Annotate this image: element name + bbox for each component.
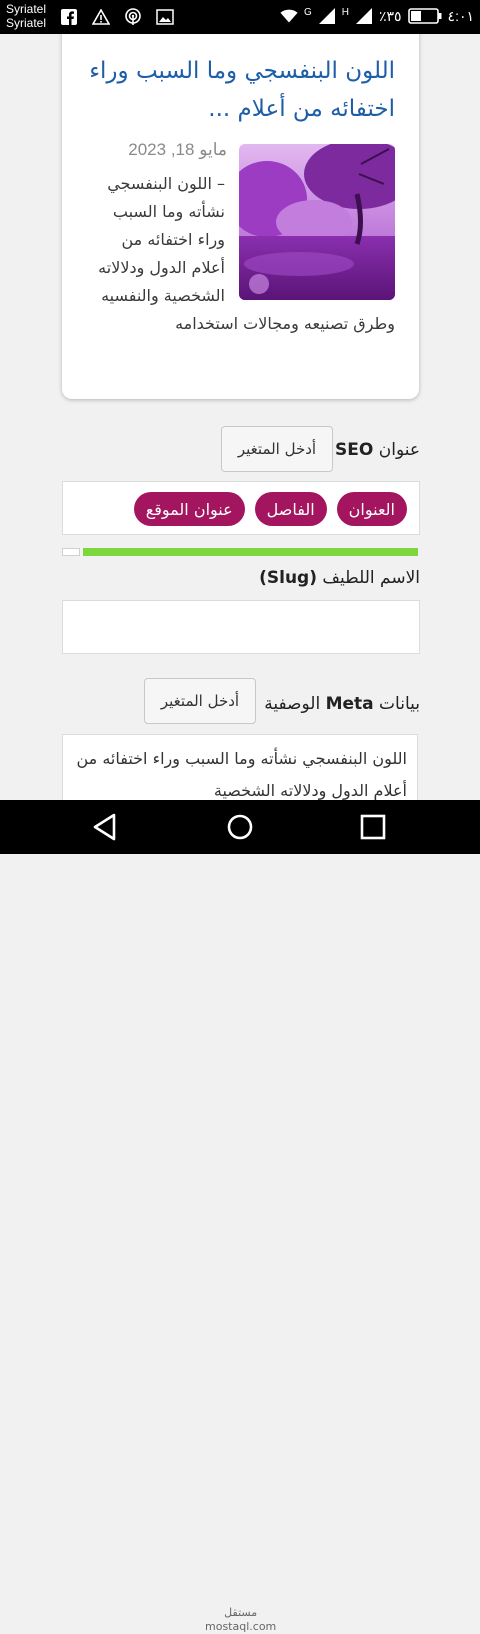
seo-title-label-bold: SEO bbox=[335, 440, 374, 460]
watermark: مستقل mostaql.com bbox=[205, 1606, 276, 1634]
seo-title-label-prefix: عنوان bbox=[378, 440, 420, 460]
progress-empty-segment bbox=[62, 548, 80, 556]
carrier-1: Syriatel bbox=[6, 2, 47, 16]
signal-icon bbox=[318, 7, 336, 25]
home-icon[interactable] bbox=[225, 812, 255, 842]
main-content[interactable]: اللون البنفسجي وما السبب وراء اختفائه من… bbox=[0, 34, 480, 800]
signal-icon-2 bbox=[355, 7, 373, 25]
meta-label-suffix: الوصفية bbox=[264, 694, 321, 714]
image-icon bbox=[156, 8, 174, 26]
meta-label-prefix: بيانات bbox=[379, 694, 420, 714]
tag-separator[interactable]: الفاصل bbox=[254, 492, 327, 526]
slug-input[interactable] bbox=[62, 600, 420, 654]
warning-icon bbox=[92, 8, 110, 26]
battery-percent: ٪٣٥ bbox=[378, 7, 402, 24]
network-type-2: H bbox=[341, 7, 349, 18]
seo-title-label: عنوان SEO bbox=[335, 440, 420, 460]
notification-icons bbox=[60, 8, 174, 26]
post-date: مايو 18, 2023 bbox=[128, 140, 227, 159]
seo-insert-variable-button[interactable]: أدخل المتغير bbox=[221, 426, 333, 472]
slug-label: الاسم اللطيف (Slug) bbox=[259, 568, 420, 588]
battery-icon bbox=[407, 7, 442, 25]
meta-label-bold: Meta bbox=[325, 694, 374, 714]
system-status: G H ٪٣٥ ٤:٠١ bbox=[280, 7, 474, 25]
navigation-bar: مستقل mostaql.com bbox=[0, 800, 480, 1633]
watermark-text: مستقل mostaql.com bbox=[205, 1606, 277, 1633]
progress-fill bbox=[83, 548, 418, 556]
slug-label-bold: (Slug) bbox=[259, 568, 317, 588]
meta-description-label: بيانات Meta الوصفية bbox=[264, 694, 420, 714]
hotspot-icon bbox=[124, 8, 142, 26]
post-card[interactable]: اللون البنفسجي وما السبب وراء اختفائه من… bbox=[62, 34, 419, 399]
seo-title-length-bar bbox=[62, 548, 418, 556]
recents-icon[interactable] bbox=[358, 812, 388, 842]
wifi-icon bbox=[280, 7, 298, 25]
carrier-names: Syriatel Syriatel bbox=[6, 2, 46, 30]
post-excerpt-container: – اللون البنفسجي نشأته وما السبب وراء اخ… bbox=[85, 170, 395, 338]
excerpt-wrap-spacer bbox=[225, 170, 395, 310]
meta-insert-variable-button[interactable]: أدخل المتغير bbox=[144, 678, 256, 724]
tag-site-title[interactable]: عنوان الموقع bbox=[133, 492, 245, 526]
seo-title-field[interactable]: العنوان الفاصل عنوان الموقع bbox=[62, 481, 420, 535]
facebook-icon bbox=[60, 8, 78, 26]
status-bar: Syriatel Syriatel G H ٪٣٥ ٤:٠١ bbox=[0, 0, 480, 34]
post-title[interactable]: اللون البنفسجي وما السبب وراء اختفائه من… bbox=[75, 52, 395, 128]
seo-title-tags: العنوان الفاصل عنوان الموقع bbox=[63, 482, 419, 536]
clock: ٤:٠١ bbox=[447, 7, 474, 24]
slug-label-prefix: الاسم اللطيف bbox=[322, 568, 420, 588]
tag-title[interactable]: العنوان bbox=[336, 492, 407, 526]
back-icon[interactable] bbox=[90, 812, 120, 842]
carrier-2: Syriatel bbox=[6, 16, 47, 30]
meta-description-input[interactable]: اللون البنفسجي نشأته وما السبب وراء اختف… bbox=[62, 734, 418, 800]
network-type-1: G bbox=[303, 7, 312, 18]
